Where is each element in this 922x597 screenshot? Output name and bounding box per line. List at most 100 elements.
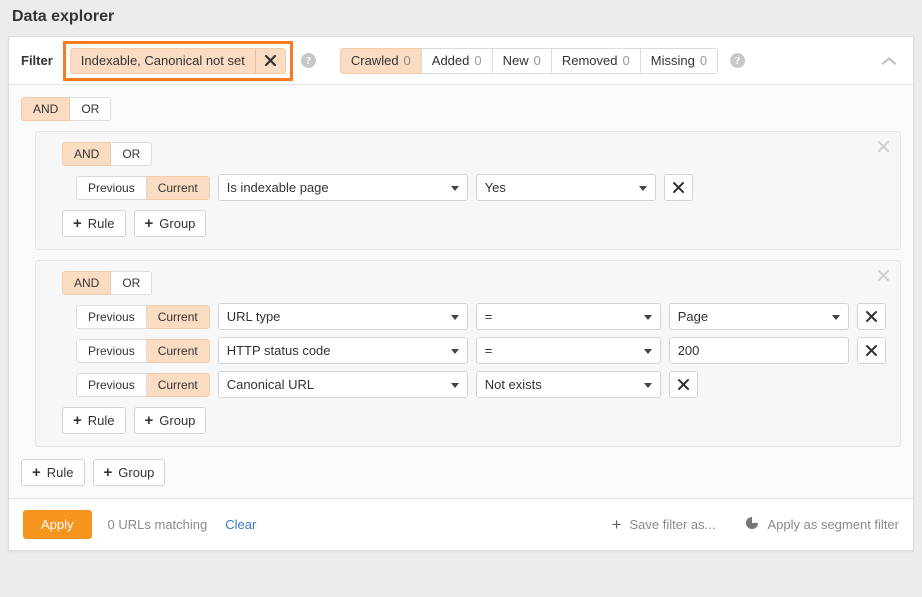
root-conjunction-or[interactable]: OR <box>70 97 111 121</box>
scope-toggle[interactable]: Previous Current <box>76 176 210 200</box>
filter-label: Filter <box>21 53 53 68</box>
group-conjunction-or[interactable]: OR <box>111 142 152 166</box>
scope-previous[interactable]: Previous <box>76 176 147 200</box>
add-rule-label: Rule <box>88 413 115 428</box>
tab-crawled-label: Crawled <box>351 53 399 68</box>
chevron-down-icon <box>644 315 652 320</box>
scope-toggle[interactable]: Previous Current <box>76 373 210 397</box>
add-rule-button[interactable]: + Rule <box>62 407 126 434</box>
tab-missing[interactable]: Missing 0 <box>640 48 718 74</box>
scope-previous[interactable]: Previous <box>76 339 147 363</box>
urls-matching-text: 0 URLs matching <box>108 517 208 532</box>
rule-operator-value: = <box>485 309 493 324</box>
apply-button[interactable]: Apply <box>23 510 92 539</box>
tab-added-count: 0 <box>474 53 481 68</box>
tab-added-label: Added <box>432 53 470 68</box>
rule-operator-select[interactable]: = <box>476 337 661 364</box>
status-tabs: Crawled 0 Added 0 New 0 Removed 0 Missin… <box>340 48 718 74</box>
scope-toggle[interactable]: Previous Current <box>76 305 210 329</box>
root-conjunction-toggle[interactable]: AND OR <box>21 97 111 121</box>
footer-actions: + Save filter as... Apply as segment fil… <box>612 516 899 533</box>
scope-current[interactable]: Current <box>147 373 210 397</box>
tab-new-count: 0 <box>534 53 541 68</box>
chevron-down-icon <box>644 383 652 388</box>
group-conjunction-or[interactable]: OR <box>111 271 152 295</box>
add-group-label: Group <box>159 216 195 231</box>
remove-rule-button[interactable] <box>664 174 693 201</box>
rule-value-text: Yes <box>485 180 506 195</box>
rule-field-value: Canonical URL <box>227 377 314 392</box>
group-conjunction-toggle[interactable]: AND OR <box>62 142 152 166</box>
active-filter-highlight: Indexable, Canonical not set <box>63 41 293 81</box>
plus-icon: + <box>612 516 622 533</box>
chevron-down-icon <box>451 186 459 191</box>
rule-field-select[interactable]: HTTP status code <box>218 337 468 364</box>
apply-as-segment-filter-button[interactable]: Apply as segment filter <box>745 516 899 533</box>
scope-current[interactable]: Current <box>147 176 210 200</box>
tab-new[interactable]: New 0 <box>492 48 551 74</box>
rule-operator-value: Not exists <box>485 377 542 392</box>
add-rule-button[interactable]: + Rule <box>62 210 126 237</box>
chevron-down-icon <box>451 383 459 388</box>
remove-group-button[interactable] <box>877 140 890 156</box>
scope-current[interactable]: Current <box>147 339 210 363</box>
close-icon[interactable] <box>255 49 285 73</box>
rule-field-value: HTTP status code <box>227 343 331 358</box>
rule-value-text: 200 <box>678 343 700 358</box>
rule-field-select[interactable]: Is indexable page <box>218 174 468 201</box>
rule-operator-select[interactable]: Not exists <box>476 371 661 398</box>
group-conjunction-and[interactable]: AND <box>62 142 111 166</box>
rule-group: AND OR Previous Current URL type = <box>35 260 901 447</box>
add-rule-button-root[interactable]: + Rule <box>21 459 85 486</box>
group-add-buttons: + Rule + Group <box>62 407 888 434</box>
scope-previous[interactable]: Previous <box>76 373 147 397</box>
active-filter-chip[interactable]: Indexable, Canonical not set <box>70 48 286 74</box>
remove-rule-button[interactable] <box>857 337 886 364</box>
rule-value-input[interactable]: 200 <box>669 337 849 364</box>
rule-operator-select[interactable]: = <box>476 303 661 330</box>
scope-toggle[interactable]: Previous Current <box>76 339 210 363</box>
save-filter-as-button[interactable]: + Save filter as... <box>612 516 716 533</box>
pie-chart-icon <box>745 516 759 533</box>
scope-previous[interactable]: Previous <box>76 305 147 329</box>
rule-row: Previous Current Is indexable page Yes <box>62 174 888 201</box>
remove-rule-button[interactable] <box>857 303 886 330</box>
group-conjunction-and[interactable]: AND <box>62 271 111 295</box>
tab-added[interactable]: Added 0 <box>421 48 492 74</box>
rule-value-text: Page <box>678 309 708 324</box>
root-conjunction-and[interactable]: AND <box>21 97 70 121</box>
plus-icon: + <box>145 216 154 231</box>
scope-current[interactable]: Current <box>147 305 210 329</box>
group-conjunction-toggle[interactable]: AND OR <box>62 271 152 295</box>
chevron-down-icon <box>832 315 840 320</box>
remove-group-button[interactable] <box>877 269 890 285</box>
tab-removed[interactable]: Removed 0 <box>551 48 640 74</box>
add-group-button[interactable]: + Group <box>134 407 207 434</box>
chevron-down-icon <box>644 349 652 354</box>
rule-operator-value: = <box>485 343 493 358</box>
rule-field-value: URL type <box>227 309 281 324</box>
chevron-down-icon <box>451 315 459 320</box>
apply-as-segment-filter-label: Apply as segment filter <box>767 517 899 532</box>
data-explorer-card: Filter Indexable, Canonical not set ? Cr… <box>8 36 914 551</box>
plus-icon: + <box>145 413 154 428</box>
tab-removed-count: 0 <box>623 53 630 68</box>
add-rule-label: Rule <box>47 465 74 480</box>
add-group-button-root[interactable]: + Group <box>93 459 166 486</box>
add-group-button[interactable]: + Group <box>134 210 207 237</box>
tab-crawled[interactable]: Crawled 0 <box>340 48 421 74</box>
rule-value-select[interactable]: Page <box>669 303 849 330</box>
rule-value-select[interactable]: Yes <box>476 174 656 201</box>
filter-header: Filter Indexable, Canonical not set ? Cr… <box>9 37 913 85</box>
chevron-up-icon[interactable] <box>881 53 897 68</box>
rule-field-select[interactable]: Canonical URL <box>218 371 468 398</box>
add-group-label: Group <box>159 413 195 428</box>
rule-list: Previous Current URL type = Page <box>62 303 888 398</box>
help-icon-tabs[interactable]: ? <box>730 53 745 68</box>
rule-row: Previous Current URL type = Page <box>62 303 888 330</box>
clear-link[interactable]: Clear <box>225 517 256 532</box>
help-icon[interactable]: ? <box>301 53 316 68</box>
plus-icon: + <box>104 465 113 480</box>
rule-field-select[interactable]: URL type <box>218 303 468 330</box>
remove-rule-button[interactable] <box>669 371 698 398</box>
